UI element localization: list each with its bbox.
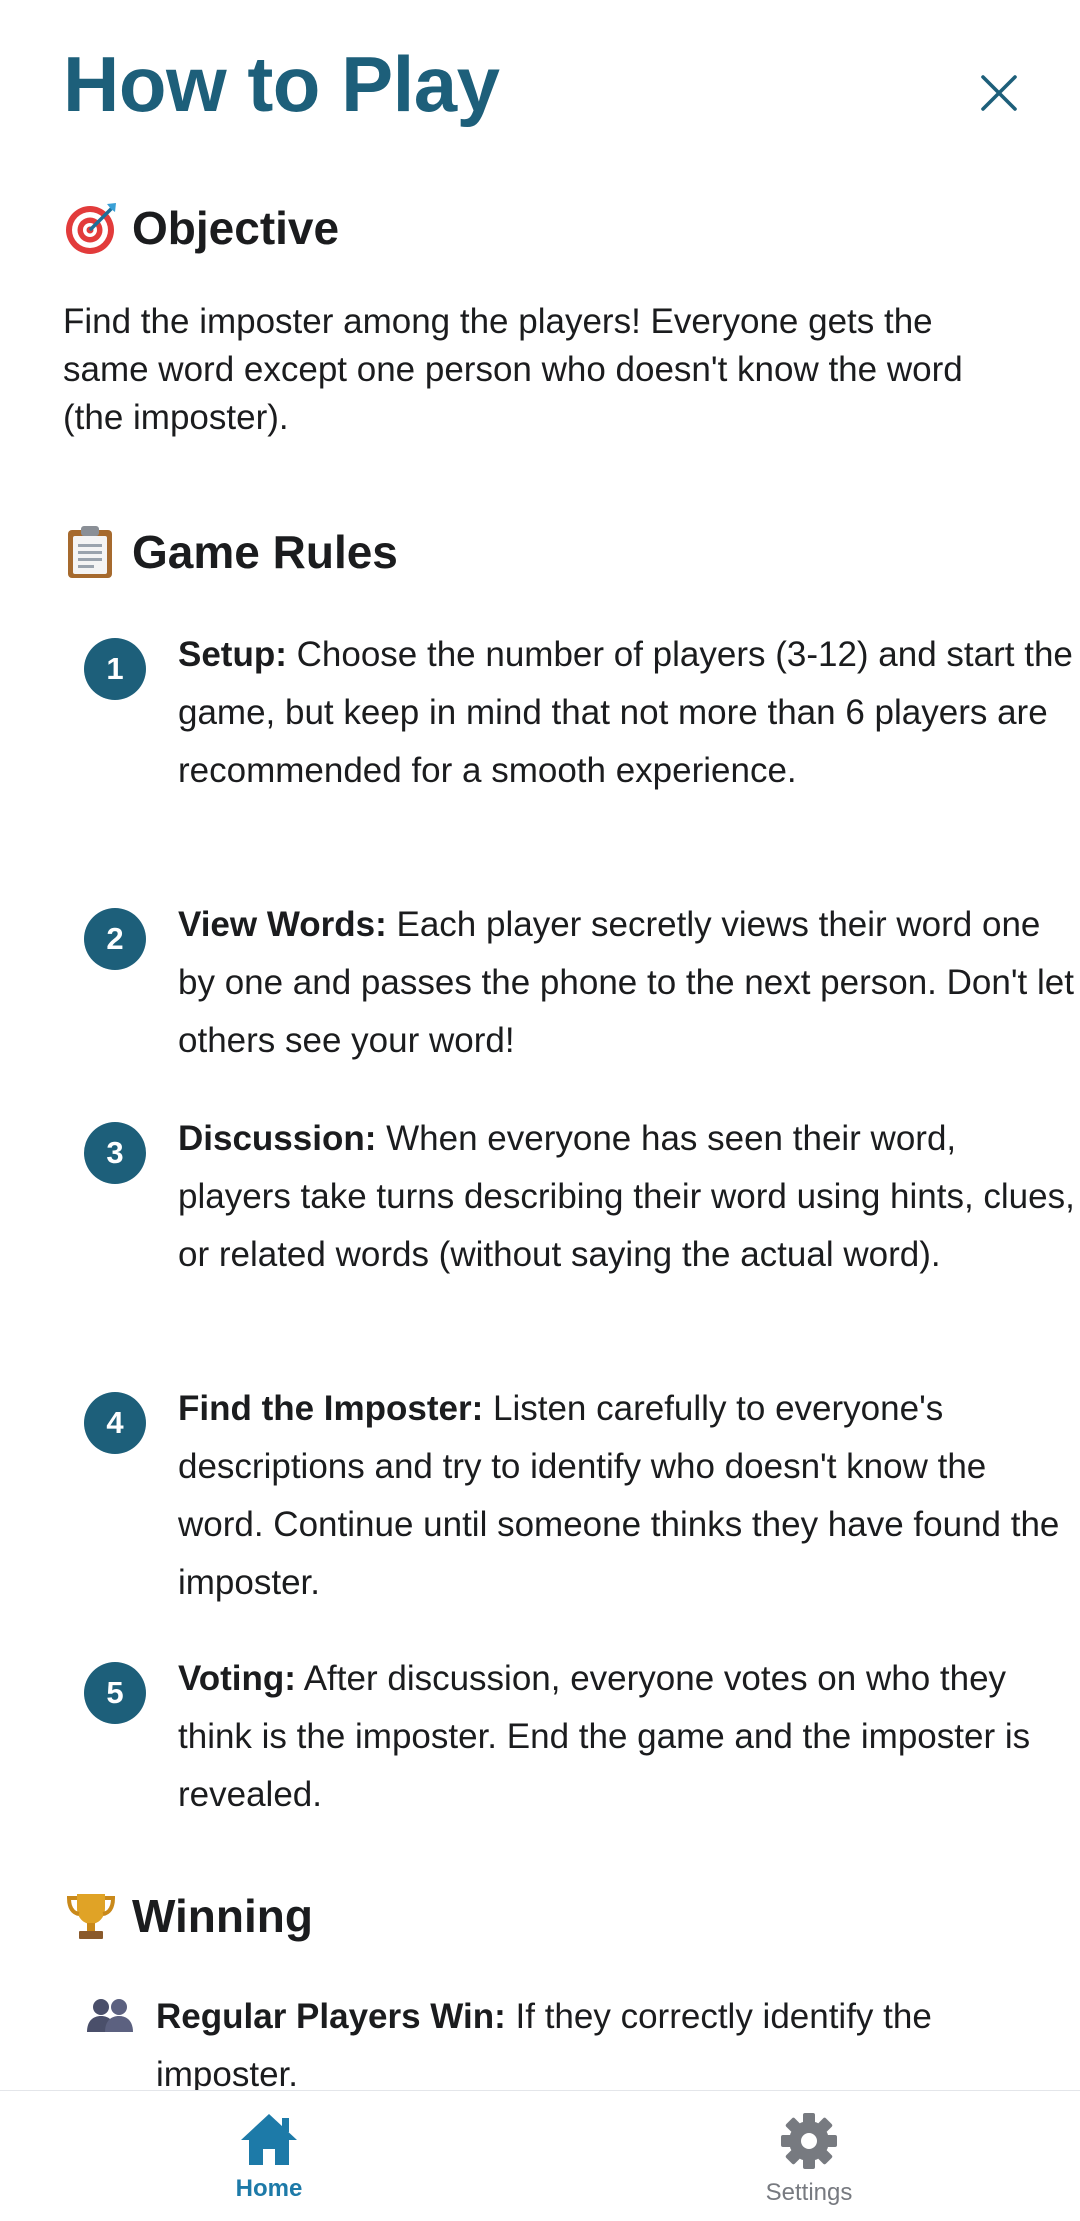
rule-title: Discussion: [178, 1119, 377, 1158]
rule-text: Voting: After discussion, everyone votes… [178, 1650, 1078, 1824]
winning-title: Winning [132, 1890, 313, 1942]
rule-number-badge: 2 [84, 908, 146, 970]
gear-icon [781, 2113, 837, 2169]
rule-number-badge: 3 [84, 1122, 146, 1184]
close-button[interactable] [968, 62, 1030, 124]
rule-number-badge: 1 [84, 638, 146, 700]
objective-title: Objective [132, 202, 340, 254]
clipboard-icon [63, 524, 119, 580]
nav-home-label: Home [235, 2175, 303, 2202]
rule-title: Voting: [178, 1659, 296, 1698]
rule-title: Find the Imposter: [178, 1389, 484, 1428]
rules-title: Game Rules [132, 526, 398, 578]
nav-home-tab[interactable]: Home [169, 2111, 369, 2215]
rule-number-badge: 4 [84, 1392, 146, 1454]
rule-description: Choose the number of players (3-12) and … [178, 635, 1073, 790]
winning-text: Regular Players Win: If they correctly i… [156, 1988, 1036, 2090]
rule-description: After discussion, everyone votes on who … [178, 1659, 1031, 1814]
trophy-icon [63, 1888, 119, 1944]
nav-settings-label: Settings [765, 2179, 853, 2206]
winning-heading: Winning [63, 1888, 313, 1944]
people-icon [84, 1996, 136, 2036]
rule-text: View Words: Each player secretly views t… [178, 896, 1078, 1070]
winning-item-title: Regular Players Win: [156, 1997, 506, 2036]
close-icon [981, 75, 1017, 111]
target-icon [63, 200, 119, 256]
rule-title: Setup: [178, 635, 287, 674]
help-content[interactable]: How to Play Objective Find the imposter … [0, 0, 1080, 2090]
objective-text: Find the imposter among the players! Eve… [63, 302, 963, 437]
objective-heading: Objective [63, 200, 339, 256]
rule-number-badge: 5 [84, 1662, 146, 1724]
rule-text: Discussion: When everyone has seen their… [178, 1110, 1078, 1284]
rules-heading: Game Rules [63, 524, 398, 580]
rule-title: View Words: [178, 905, 387, 944]
bottom-nav: Home Settings [0, 2090, 1080, 2221]
nav-settings-tab[interactable]: Settings [709, 2111, 909, 2215]
rule-text: Find the Imposter: Listen carefully to e… [178, 1380, 1078, 1612]
page-title: How to Play [63, 40, 500, 128]
home-icon [241, 2114, 297, 2165]
rule-text: Setup: Choose the number of players (3-1… [178, 626, 1078, 800]
